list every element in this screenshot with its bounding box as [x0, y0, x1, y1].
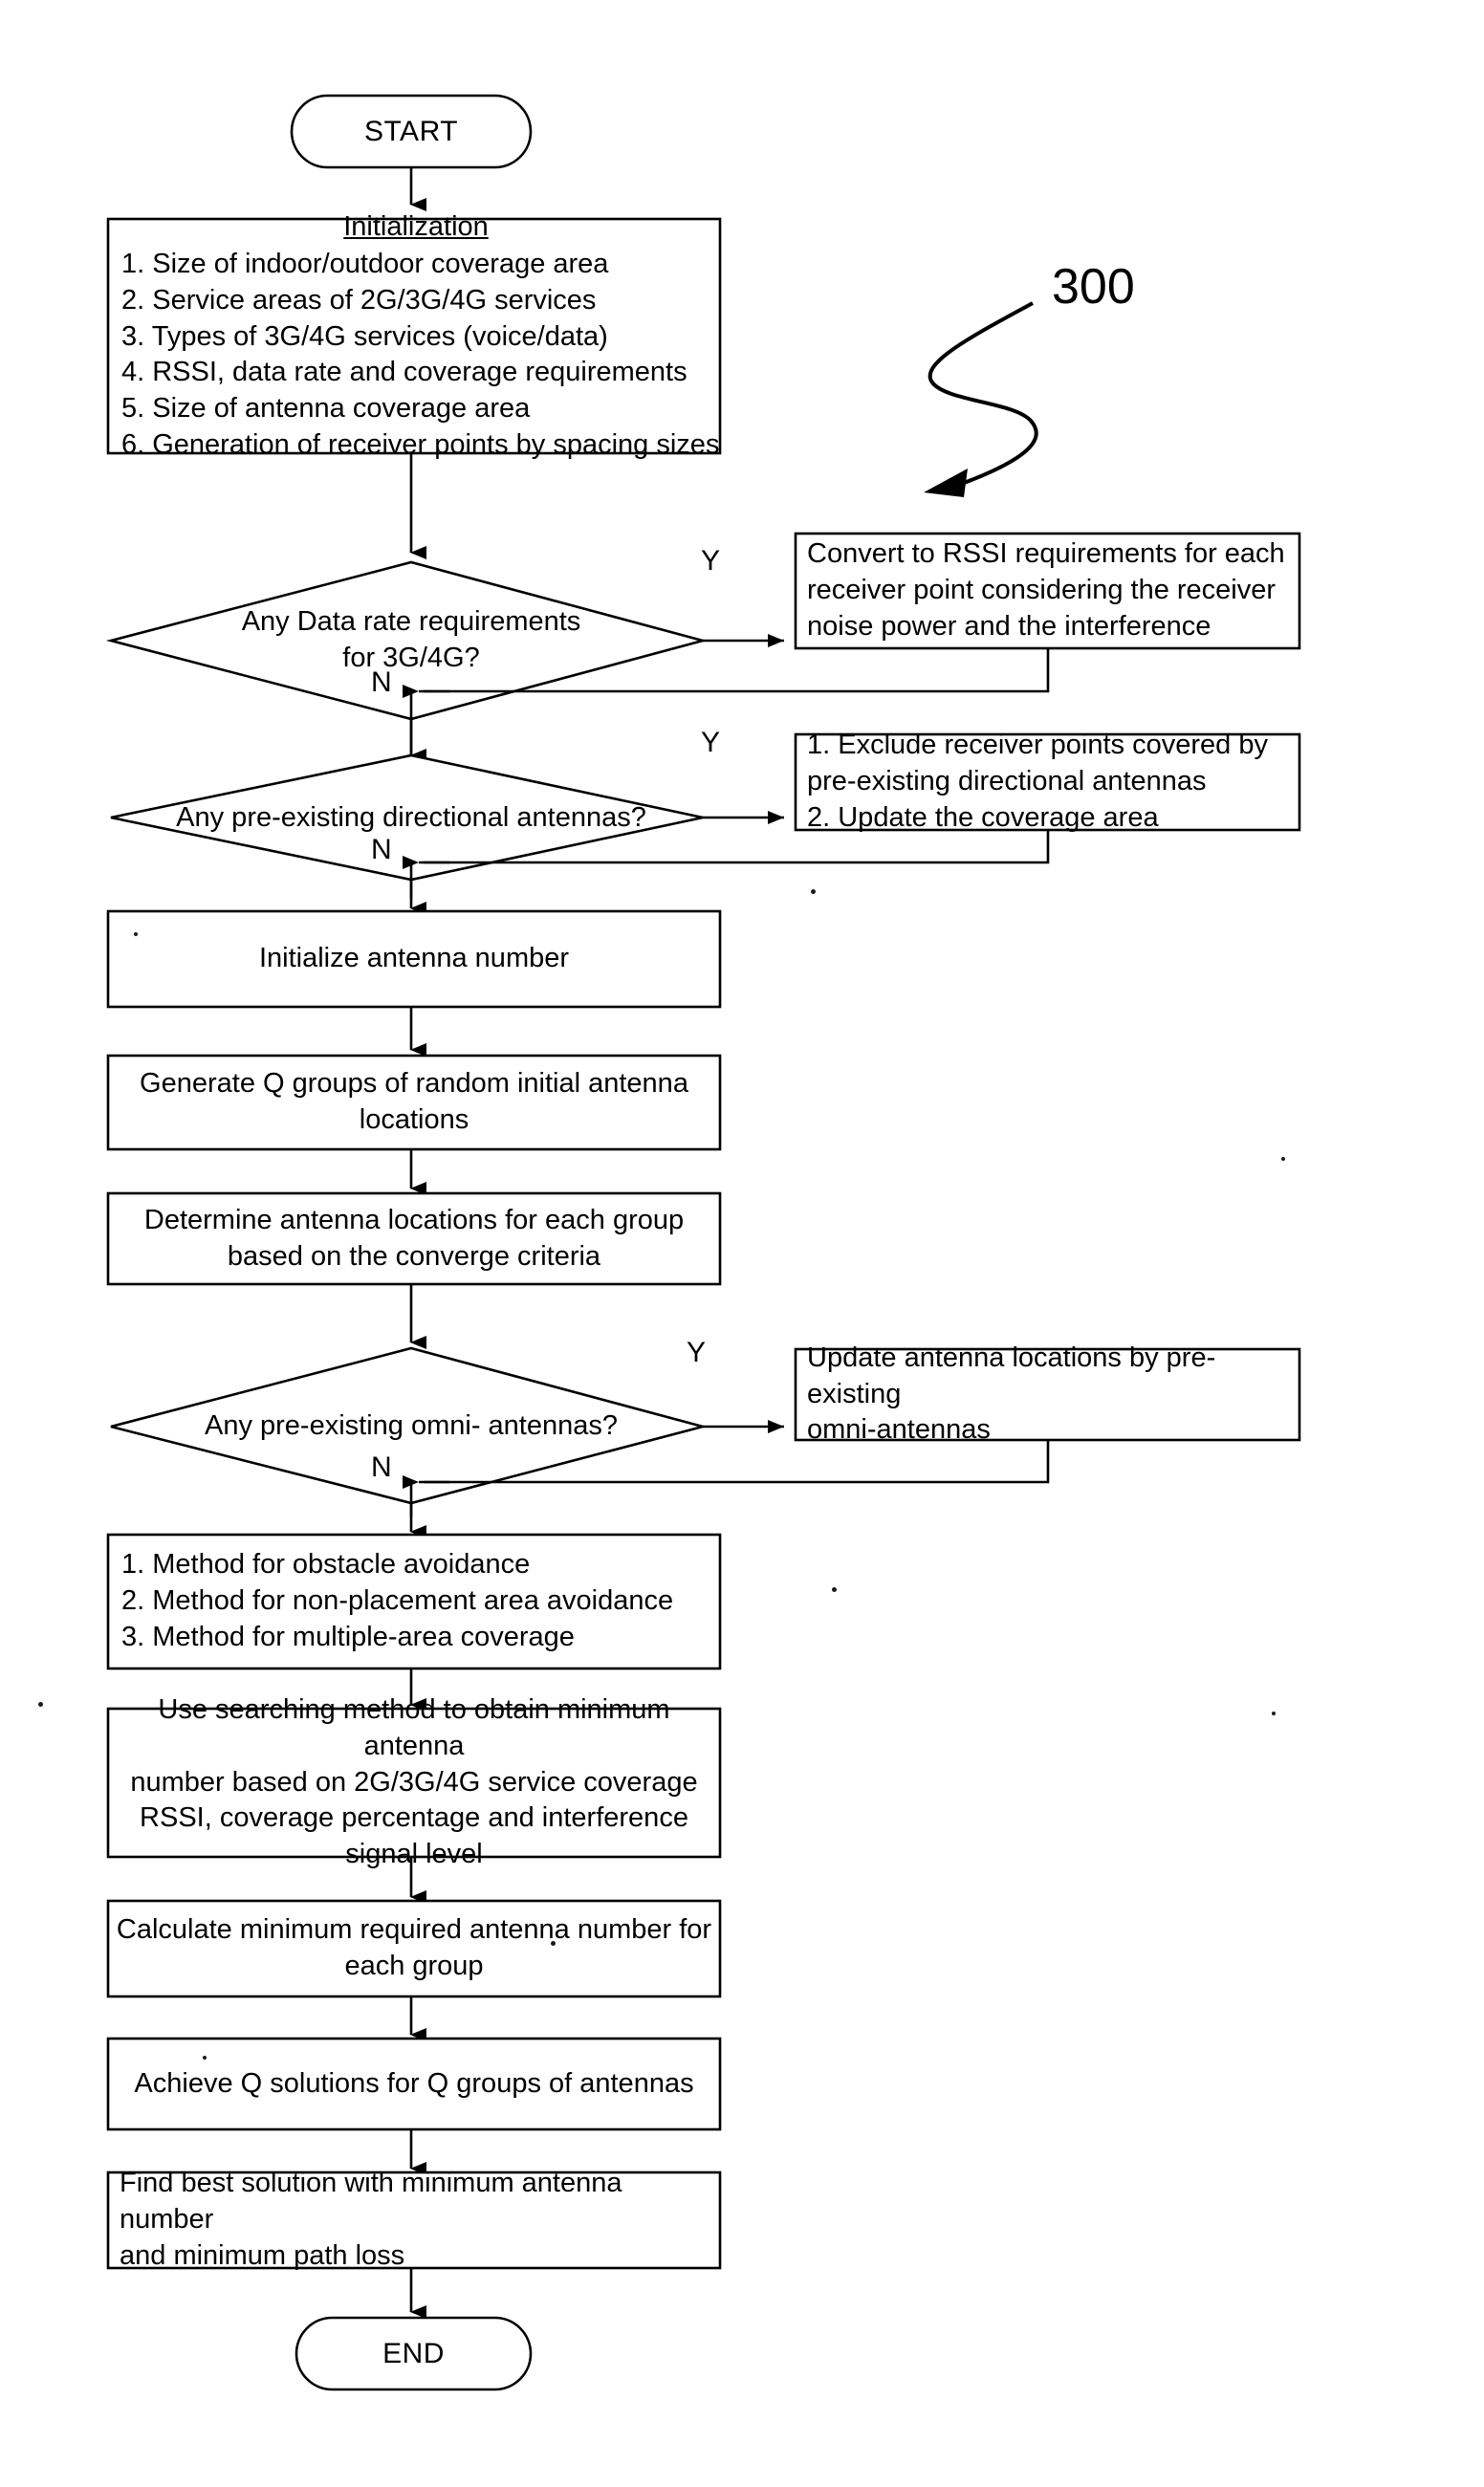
end-terminal-shape	[295, 2316, 533, 2391]
figure-leader-line	[928, 301, 1038, 488]
flowchart-page: START Initialization 1. Size of indoor/o…	[0, 0, 1484, 2487]
figure-leader-arrowhead	[924, 469, 968, 497]
determine-locations-box-shape	[106, 1191, 722, 1286]
scan-artifact	[551, 1941, 556, 1946]
decision-directional-no-label: N	[371, 834, 392, 865]
scan-artifact	[1281, 1157, 1285, 1161]
scan-artifact	[134, 932, 138, 936]
scan-artifact	[203, 2056, 207, 2060]
decision-omni-no-label: N	[371, 1451, 392, 1483]
scan-artifact	[811, 889, 816, 894]
scan-artifact	[832, 1587, 837, 1592]
decision-directional-shape	[110, 753, 704, 882]
flowchart-canvas	[105, 94, 1301, 2391]
scan-artifact	[1272, 1712, 1276, 1715]
scan-artifact	[38, 1702, 43, 1707]
start-terminal-shape	[290, 94, 533, 169]
achieve-solutions-box-shape	[106, 2037, 722, 2131]
calculate-minimum-box-shape	[106, 1899, 722, 1998]
decision-omni-shape	[110, 1346, 709, 1505]
searching-method-box-shape	[106, 1707, 722, 1859]
figure-number-label: 300	[1052, 259, 1135, 315]
generate-groups-box-shape	[106, 1054, 722, 1151]
update-omni-box-shape	[794, 1347, 1301, 1442]
decision-omni-yes-label: Y	[687, 1337, 707, 1368]
init-antenna-number-box-shape	[106, 909, 722, 1009]
decision-data-rate-shape	[105, 560, 709, 721]
decision-data-rate-no-label: N	[371, 666, 392, 698]
decision-data-rate-yes-label: Y	[701, 545, 721, 577]
methods-box-shape	[106, 1533, 722, 1670]
exclude-points-box-shape	[794, 732, 1301, 832]
decision-directional-yes-label: Y	[701, 727, 721, 758]
convert-rssi-box-shape	[794, 532, 1301, 650]
find-best-box-shape	[106, 2171, 722, 2270]
initialization-box-shape	[106, 217, 722, 455]
